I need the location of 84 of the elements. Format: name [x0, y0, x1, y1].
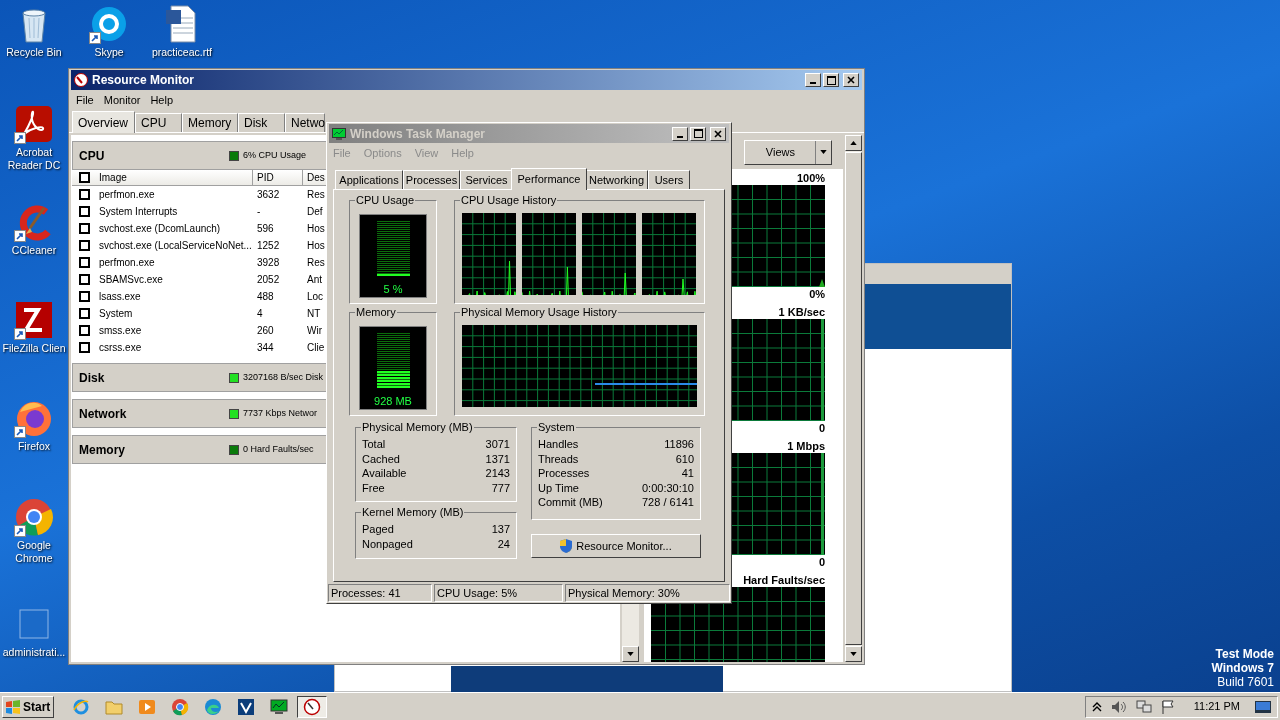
field-value: 777 [491, 480, 510, 496]
field-value: 41 [681, 466, 694, 481]
table-cell-text: 4 [256, 307, 264, 321]
graph-scale-label: 100% [796, 171, 826, 185]
graph-scale-label: 1 Mbps [787, 439, 826, 453]
window-title: Windows Task Manager [350, 125, 486, 143]
group-label: System [537, 421, 576, 434]
field-label: Handles [538, 437, 579, 452]
group-label: CPU Usage [355, 194, 416, 207]
field-label: Free [362, 480, 385, 496]
table-cell-text: Clie [306, 341, 325, 355]
table-cell-text: svchost.exe (LocalServiceNoNet... [98, 239, 253, 253]
graph-scale-label: 0 [818, 421, 826, 435]
field-label: Nonpaged [362, 536, 413, 552]
group-label: Physical Memory (MB) [361, 421, 474, 434]
group-label: Kernel Memory (MB) [361, 506, 465, 519]
group-label: Physical Memory Usage History [460, 306, 618, 319]
field-value: 610 [675, 451, 694, 467]
table-cell-text: smss.exe [98, 324, 143, 338]
table-cell-text: 596 [256, 222, 275, 236]
table-cell-text: SBAMSvc.exe [98, 273, 164, 287]
table-cell-text: Hos [306, 239, 325, 253]
table-cell-text: Def [306, 205, 323, 219]
table-cell-text: 344 [256, 341, 275, 355]
field-value: 0:00:30:10 [642, 480, 694, 496]
desktop-notice-text: Build 7601 [1217, 675, 1274, 689]
table-cell-text: perfmon.exe [98, 256, 156, 270]
group-label: CPU Usage History [460, 194, 558, 207]
table-cell-text: System Interrupts [98, 205, 179, 219]
section-title: Network [79, 405, 128, 423]
field-value: 1371 [485, 451, 510, 467]
field-label: Up Time [538, 480, 579, 496]
section-summary: 0 Hard Faults/sec [243, 442, 314, 456]
table-cell-text: perfmon.exe [98, 188, 156, 202]
desktop-notice-text: Test Mode [1215, 647, 1274, 661]
table-cell-text: 3632 [256, 188, 281, 202]
field-value: 3071 [485, 437, 510, 452]
section-title: Disk [79, 369, 106, 387]
field-label: Threads [538, 451, 579, 467]
table-cell-text: 2052 [256, 273, 281, 287]
section-title: Memory [79, 441, 126, 459]
field-label: Processes [538, 466, 590, 481]
section-summary: 6% CPU Usage [243, 148, 307, 162]
field-label: Commit (MB) [538, 495, 603, 510]
section-summary: 3207168 B/sec Disk [243, 370, 324, 384]
field-label: Available [362, 466, 407, 481]
table-cell-text: - [256, 205, 262, 219]
table-cell-text: 3928 [256, 256, 281, 270]
table-cell-text: 260 [256, 324, 275, 338]
table-cell-text: Hos [306, 222, 325, 236]
graph-scale-label: 0% [809, 287, 826, 301]
window-title: Resource Monitor [92, 72, 194, 89]
field-value: 728 / 6141 [642, 495, 694, 510]
group-label: Memory [355, 306, 397, 319]
table-cell-text: NT [306, 307, 321, 321]
table-cell-text: Wir [306, 324, 322, 338]
status-bar-field: Processes: 41 [328, 584, 432, 602]
table-cell-text: Res [306, 188, 325, 202]
table-cell-text: 488 [256, 290, 275, 304]
meter-reading: 928 MB [374, 393, 412, 409]
field-label: Cached [362, 451, 400, 467]
table-cell-text: svchost.exe (DcomLaunch) [98, 222, 222, 236]
field-label: Paged [362, 522, 394, 537]
desktop-notice-text: Windows 7 [1211, 661, 1274, 675]
field-label: Total [362, 437, 386, 452]
section-summary: 7737 Kbps Networ [243, 406, 318, 420]
field-value: 137 [491, 522, 510, 537]
table-cell-text: lsass.exe [98, 290, 142, 304]
status-bar-field: Physical Memory: 30% [565, 584, 730, 602]
meter-reading: 5 % [383, 281, 403, 297]
graph-scale-label: Hard Faults/sec [743, 573, 826, 587]
table-cell-text: System [98, 307, 134, 321]
field-value: 24 [497, 536, 510, 552]
field-value: 11896 [664, 437, 694, 452]
table-cell-text: Ant [306, 273, 322, 287]
field-value: 2143 [485, 466, 510, 481]
section-title: CPU [79, 147, 106, 165]
graph-scale-label: 1 KB/sec [778, 305, 826, 319]
table-cell-text: csrss.exe [98, 341, 143, 355]
table-cell-text: Loc [306, 290, 324, 304]
table-cell-text: 1252 [256, 239, 281, 253]
status-bar-field: CPU Usage: 5% [434, 584, 563, 602]
table-cell-text: Res [306, 256, 325, 270]
graph-scale-label: 0 [818, 555, 826, 569]
